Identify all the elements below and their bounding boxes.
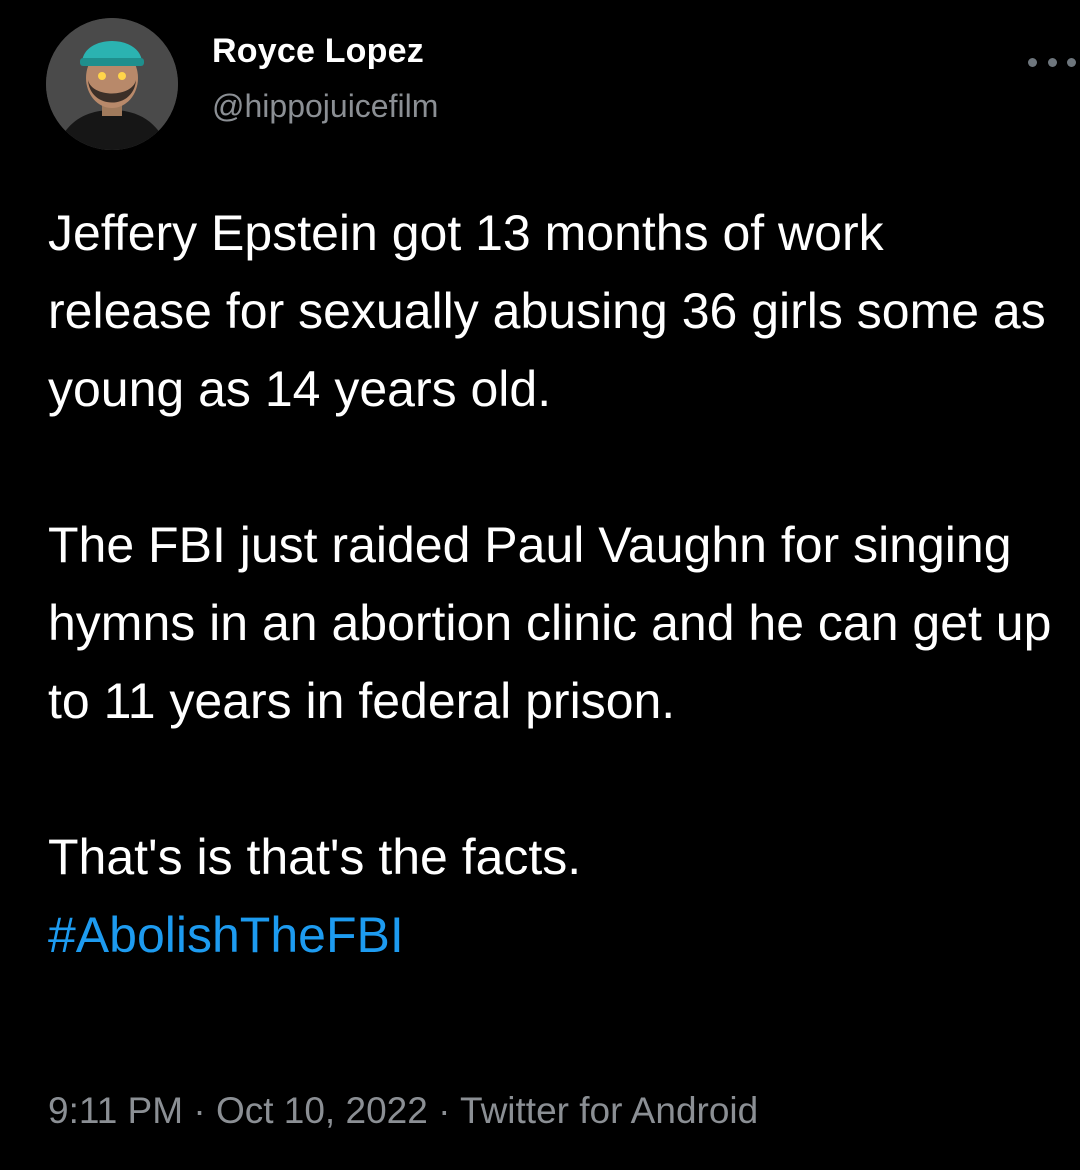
more-dot: [1028, 57, 1037, 67]
hashtag-link[interactable]: #AbolishTheFBI: [48, 896, 1058, 974]
user-avatar[interactable]: [46, 18, 178, 150]
tweet: Royce Lopez @hippojuicefilm Jeffery Epst…: [0, 0, 1080, 1170]
tweet-text: Jeffery Epstein got 13 months of work re…: [48, 194, 1058, 974]
tweet-paragraph: That's is that's the facts.: [48, 829, 582, 885]
meta-separator: ·: [427, 1090, 461, 1131]
author-display-name[interactable]: Royce Lopez: [212, 32, 424, 71]
author-handle[interactable]: @hippojuicefilm: [212, 88, 438, 125]
tweet-paragraph: The FBI just raided Paul Vaughn for sing…: [48, 517, 1052, 729]
meta-separator: ·: [183, 1090, 216, 1131]
tweet-date[interactable]: Oct 10, 2022: [216, 1090, 428, 1131]
avatar-photo-icon: [46, 18, 178, 150]
tweet-paragraph: Jeffery Epstein got 13 months of work re…: [48, 205, 1046, 417]
tweet-source[interactable]: Twitter for Android: [460, 1090, 758, 1131]
more-dot: [1047, 57, 1057, 67]
more-options-icon[interactable]: [1028, 52, 1076, 72]
tweet-time[interactable]: 9:11 PM: [48, 1090, 183, 1131]
tweet-metadata: 9:11 PM · Oct 10, 2022 · Twitter for And…: [48, 1090, 758, 1132]
more-dot: [1067, 57, 1076, 67]
